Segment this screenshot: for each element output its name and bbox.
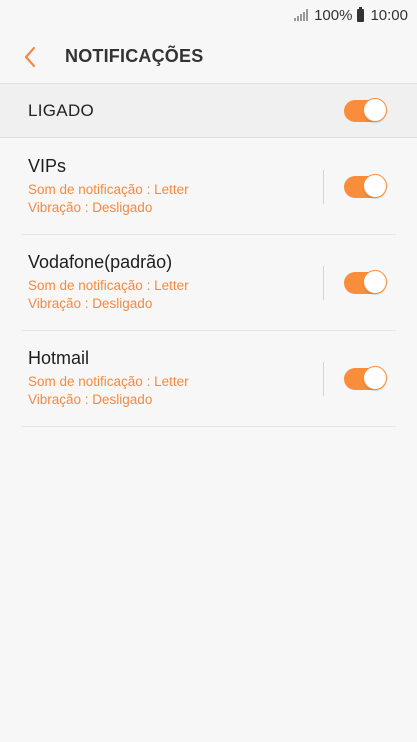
toggle-knob [363, 173, 387, 198]
page-title: NOTIFICAÇÕES [65, 46, 204, 66]
battery-percent: 100% [314, 6, 353, 24]
account-list: VIPs Som de notificação : Letter Vibraçã… [21, 139, 396, 427]
account-row-vips[interactable]: VIPs Som de notificação : Letter Vibraçã… [21, 139, 396, 235]
divider [323, 169, 324, 204]
master-toggle[interactable] [344, 97, 387, 122]
account-toggle-hotmail[interactable] [344, 365, 387, 390]
account-text: VIPs Som de notificação : Letter Vibraçã… [21, 156, 323, 217]
master-switch-row[interactable]: LIGADO [0, 83, 417, 138]
battery-icon [357, 6, 365, 22]
toggle-knob [363, 365, 387, 390]
master-switch-label: LIGADO [28, 100, 95, 120]
account-vibration: Vibração : Desligado [28, 296, 153, 311]
account-sound: Som de notificação : Letter [28, 278, 189, 293]
toggle-knob [363, 97, 387, 122]
account-sound: Som de notificação : Letter [28, 374, 189, 389]
account-name: Hotmail [28, 348, 90, 368]
account-text: Hotmail Som de notificação : Letter Vibr… [21, 348, 323, 409]
account-vibration: Vibração : Desligado [28, 200, 153, 215]
account-name: VIPs [28, 156, 67, 176]
status-time: 10:00 [370, 6, 408, 24]
signal-icon [294, 9, 309, 21]
account-sound: Som de notificação : Letter [28, 182, 189, 197]
account-row-vodafone[interactable]: Vodafone(padrão) Som de notificação : Le… [21, 235, 396, 331]
back-button[interactable] [0, 30, 60, 83]
account-vibration: Vibração : Desligado [28, 392, 153, 407]
account-toggle-vips[interactable] [344, 173, 387, 198]
account-text: Vodafone(padrão) Som de notificação : Le… [21, 252, 323, 313]
divider [323, 265, 324, 300]
account-row-hotmail[interactable]: Hotmail Som de notificação : Letter Vibr… [21, 331, 396, 427]
chevron-left-icon [24, 46, 36, 67]
status-bar: 100% 10:00 [0, 0, 417, 30]
toggle-knob [363, 269, 387, 294]
header: NOTIFICAÇÕES [0, 30, 417, 83]
divider [323, 361, 324, 396]
account-toggle-vodafone[interactable] [344, 269, 387, 294]
account-name: Vodafone(padrão) [28, 252, 173, 272]
